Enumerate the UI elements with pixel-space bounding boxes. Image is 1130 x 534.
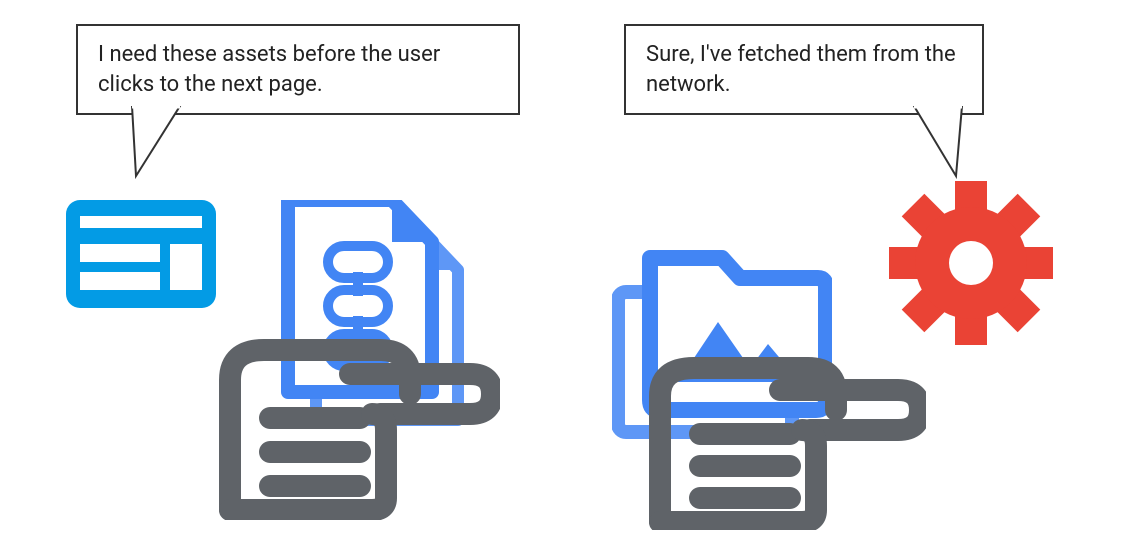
speech-bubble-gear: Sure, I've fetched them from the network… <box>624 24 984 115</box>
speech-bubble-browser: I need these assets before the user clic… <box>76 24 520 115</box>
speech-tail-left <box>130 106 190 186</box>
hand-pointing-icon-left <box>200 310 500 524</box>
speech-text-left: I need these assets before the user clic… <box>98 42 440 97</box>
browser-window-icon <box>66 200 216 312</box>
speech-tail-right <box>906 106 966 186</box>
hand-pointing-icon-right <box>636 330 926 534</box>
gear-icon <box>886 178 1056 352</box>
speech-text-right: Sure, I've fetched them from the network… <box>646 42 956 97</box>
